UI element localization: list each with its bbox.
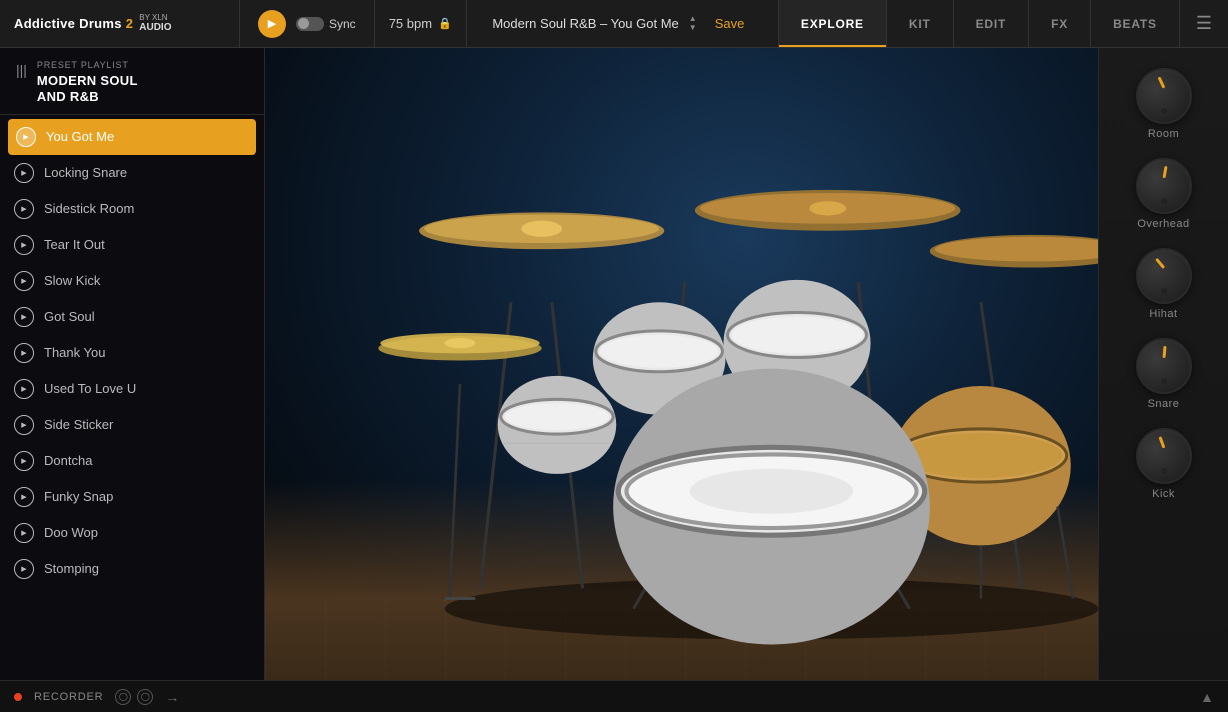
playlist-items: ▶ You Got Me ▶ Locking Snare ▶ Sidestick… <box>0 115 264 681</box>
knob-panel: Room Overhead Hihat Snare Kick <box>1098 48 1228 680</box>
menu-button[interactable]: ☰ <box>1180 0 1228 47</box>
brand-label: BY XLNAUDIO <box>139 14 171 34</box>
play-circle-locking-snare: ▶ <box>14 163 34 183</box>
play-circle-got-soul: ▶ <box>14 307 34 327</box>
drum-kit-svg <box>315 98 1228 670</box>
knob-snare[interactable]: Snare <box>1136 330 1192 418</box>
knob-label-snare: Snare <box>1148 398 1180 410</box>
play-button[interactable]: ▶ <box>258 10 286 38</box>
nav-tabs: EXPLORE KIT EDIT FX BEATS ☰ <box>779 0 1228 47</box>
playlist-header: ||| Preset playlist MODERN SOULAND R&B <box>0 48 264 115</box>
play-circle-tear-it-out: ▶ <box>14 235 34 255</box>
playlist-item-funky-snap[interactable]: ▶ Funky Snap <box>0 479 264 515</box>
arrow-down-icon[interactable]: ▼ <box>689 24 697 32</box>
knob-overhead[interactable]: Overhead <box>1136 150 1192 238</box>
save-button[interactable]: Save <box>707 16 753 31</box>
knob-label-room: Room <box>1148 128 1179 140</box>
play-circle-stomping: ▶ <box>14 559 34 579</box>
play-circle-funky-snap: ▶ <box>14 487 34 507</box>
knob-hihat[interactable]: Hihat <box>1136 240 1192 328</box>
knob-dial-kick[interactable] <box>1136 428 1192 484</box>
recorder-dot <box>14 693 22 701</box>
preset-name: Modern Soul R&B – You Got Me <box>492 16 678 31</box>
bpm-value: 75 bpm <box>389 16 432 31</box>
bottom-bar: RECORDER ◯ ◯ → ▲ <box>0 680 1228 712</box>
playlist-item-slow-kick[interactable]: ▶ Slow Kick <box>0 263 264 299</box>
playlist-item-thank-you[interactable]: ▶ Thank You <box>0 335 264 371</box>
knob-label-kick: Kick <box>1152 488 1175 500</box>
playlist-item-used-to-love-u[interactable]: ▶ Used To Love U <box>0 371 264 407</box>
tab-explore[interactable]: EXPLORE <box>779 0 887 47</box>
recorder-label: RECORDER <box>34 691 103 703</box>
playlist-icon: ||| <box>16 62 27 78</box>
arrow-up-icon[interactable]: ▲ <box>689 15 697 23</box>
sidebar: ||| Preset playlist MODERN SOULAND R&B ▶… <box>0 48 265 680</box>
play-circle-doo-wop: ▶ <box>14 523 34 543</box>
tab-beats[interactable]: BEATS <box>1091 0 1180 47</box>
knob-kick[interactable]: Kick <box>1136 420 1192 508</box>
knob-label-overhead: Overhead <box>1137 218 1189 230</box>
tab-kit[interactable]: KIT <box>887 0 954 47</box>
logo: Addictive Drums 2 <box>14 15 133 33</box>
preset-selector[interactable]: Modern Soul R&B – You Got Me ▲ ▼ Save <box>467 0 779 47</box>
playlist-title-area: Preset playlist MODERN SOULAND R&B <box>37 60 138 106</box>
knob-dial-room[interactable] <box>1136 68 1192 124</box>
playlist-item-side-sticker[interactable]: ▶ Side Sticker <box>0 407 264 443</box>
playlist-item-label-used-to-love-u: Used To Love U <box>44 381 136 396</box>
tab-edit[interactable]: EDIT <box>954 0 1030 47</box>
bpm-area: 75 bpm 🔒 <box>375 0 467 47</box>
play-circle-slow-kick: ▶ <box>14 271 34 291</box>
playlist-item-label-doo-wop: Doo Wop <box>44 525 98 540</box>
playlist-item-label-stomping: Stomping <box>44 561 99 576</box>
sync-label: Sync <box>329 17 356 31</box>
playlist-item-tear-it-out[interactable]: ▶ Tear It Out <box>0 227 264 263</box>
rec-button-2[interactable]: ◯ <box>137 689 153 705</box>
playlist-item-doo-wop[interactable]: ▶ Doo Wop <box>0 515 264 551</box>
playlist-item-label-got-soul: Got Soul <box>44 309 95 324</box>
play-circle-sidestick-room: ▶ <box>14 199 34 219</box>
kit-area: Room Overhead Hihat Snare Kick <box>265 48 1228 680</box>
sync-toggle-pill[interactable] <box>296 17 324 31</box>
recorder-controls: ◯ ◯ <box>115 689 153 705</box>
arrow-forward-icon[interactable]: → <box>165 689 179 705</box>
playlist-item-dontcha[interactable]: ▶ Dontcha <box>0 443 264 479</box>
play-circle-thank-you: ▶ <box>14 343 34 363</box>
knob-dial-overhead[interactable] <box>1136 158 1192 214</box>
playlist-item-locking-snare[interactable]: ▶ Locking Snare <box>0 155 264 191</box>
playlist-item-label-slow-kick: Slow Kick <box>44 273 100 288</box>
playlist-item-label-side-sticker: Side Sticker <box>44 417 113 432</box>
knob-dial-snare[interactable] <box>1136 338 1192 394</box>
transport-controls: ▶ Sync <box>240 0 375 47</box>
preset-arrows[interactable]: ▲ ▼ <box>689 15 697 32</box>
lock-icon: 🔒 <box>438 17 452 30</box>
playlist-item-label-you-got-me: You Got Me <box>46 129 114 144</box>
main-content: ||| Preset playlist MODERN SOULAND R&B ▶… <box>0 48 1228 680</box>
play-circle-you-got-me: ▶ <box>16 127 36 147</box>
logo-area: Addictive Drums 2 BY XLNAUDIO <box>0 0 240 47</box>
play-circle-dontcha: ▶ <box>14 451 34 471</box>
top-navigation: Addictive Drums 2 BY XLNAUDIO ▶ Sync 75 … <box>0 0 1228 48</box>
playlist-item-label-sidestick-room: Sidestick Room <box>44 201 134 216</box>
playlist-name: MODERN SOULAND R&B <box>37 73 138 106</box>
playlist-item-label-funky-snap: Funky Snap <box>44 489 113 504</box>
playlist-label: Preset playlist <box>37 60 138 70</box>
playlist-item-label-tear-it-out: Tear It Out <box>44 237 105 252</box>
knob-room[interactable]: Room <box>1136 60 1192 148</box>
knob-label-hihat: Hihat <box>1149 308 1177 320</box>
knob-dial-hihat[interactable] <box>1136 248 1192 304</box>
collapse-button[interactable]: ▲ <box>1200 689 1214 705</box>
playlist-item-label-dontcha: Dontcha <box>44 453 92 468</box>
playlist-item-you-got-me[interactable]: ▶ You Got Me <box>8 119 256 155</box>
play-circle-side-sticker: ▶ <box>14 415 34 435</box>
playlist-item-label-thank-you: Thank You <box>44 345 105 360</box>
play-circle-used-to-love-u: ▶ <box>14 379 34 399</box>
playlist-item-sidestick-room[interactable]: ▶ Sidestick Room <box>0 191 264 227</box>
sync-toggle[interactable]: Sync <box>296 17 356 31</box>
playlist-item-got-soul[interactable]: ▶ Got Soul <box>0 299 264 335</box>
tab-fx[interactable]: FX <box>1029 0 1091 47</box>
playlist-item-stomping[interactable]: ▶ Stomping <box>0 551 264 587</box>
playlist-item-label-locking-snare: Locking Snare <box>44 165 127 180</box>
rec-button-1[interactable]: ◯ <box>115 689 131 705</box>
